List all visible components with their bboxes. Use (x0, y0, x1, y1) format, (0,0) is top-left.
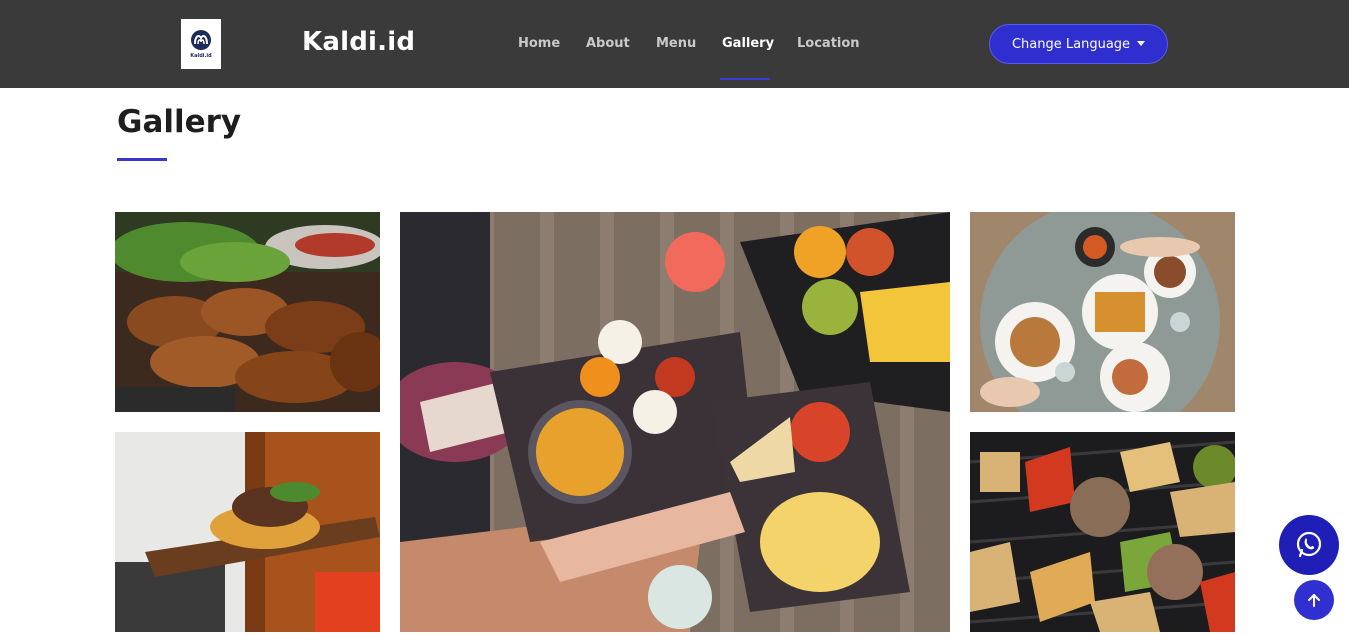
logo-icon (191, 30, 211, 50)
nav-menu[interactable]: Menu (656, 36, 696, 51)
site-logo[interactable]: Kaldi.id (181, 19, 221, 69)
top-navbar: Kaldi.id Kaldi.id Home About Menu Galler… (0, 0, 1349, 88)
page-title: Gallery (117, 104, 242, 140)
scroll-to-top-button[interactable] (1294, 580, 1334, 620)
grilled-vegetable-skewers-photo[interactable] (970, 432, 1235, 632)
caret-down-icon (1137, 40, 1146, 46)
grilled-chicken-wings-photo[interactable] (115, 212, 380, 412)
whatsapp-icon (1296, 531, 1322, 558)
change-language-label: Change Language (1011, 36, 1131, 52)
title-underline (117, 158, 167, 161)
nav-gallery[interactable]: Gallery (722, 36, 774, 51)
change-language-button[interactable]: Change Language (989, 24, 1168, 64)
arrow-up-icon (1308, 594, 1320, 607)
nav-home[interactable]: Home (518, 36, 560, 51)
waffles-brunch-table-photo[interactable] (970, 212, 1235, 412)
brand-name[interactable]: Kaldi.id (302, 27, 415, 57)
potato-wedges-and-dips-table-photo[interactable] (400, 212, 950, 632)
whatsapp-chat-button[interactable] (1279, 515, 1339, 575)
nav-location[interactable]: Location (797, 36, 860, 51)
active-nav-indicator (720, 78, 770, 80)
steak-on-wooden-board-photo[interactable] (115, 432, 380, 632)
nav-about[interactable]: About (586, 36, 630, 51)
logo-caption: Kaldi.id (190, 53, 212, 59)
